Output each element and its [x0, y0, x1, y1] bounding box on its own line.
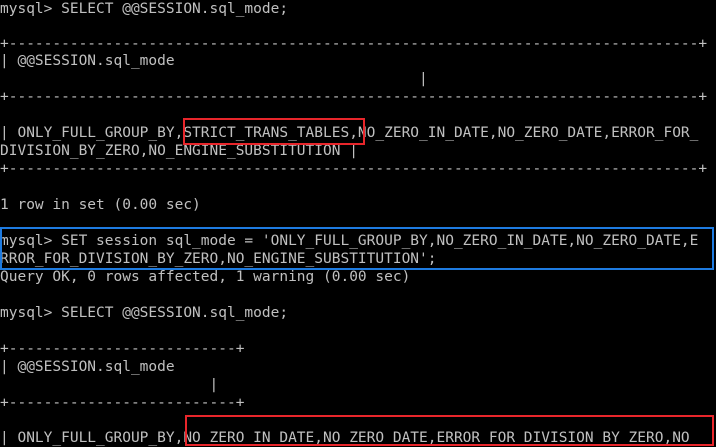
prompt-select-session-sql-mode-2: mysql> SELECT @@SESSION.sql_mode; [0, 305, 289, 321]
table-border-bottom: +---------------------------------------… [0, 161, 708, 177]
table2-header: | @@SESSION.sql_mode [0, 359, 175, 375]
table2-header-cont: | [0, 377, 219, 393]
prompt-set-sql-mode: mysql> SET session sql_mode = 'ONLY_FULL… [0, 233, 699, 249]
sql-mode-value-row-2: | ONLY_FULL_GROUP_BY,NO_ZERO_IN_DATE,NO_… [0, 430, 699, 446]
mysql-terminal[interactable]: mysql> SELECT @@SESSION.sql_mode; +-----… [0, 0, 716, 446]
table2-border-mid: +--------------------------+ [0, 395, 245, 411]
table-border-top: +---------------------------------------… [0, 36, 708, 52]
table-border-mid: +---------------------------------------… [0, 89, 708, 105]
prompt-set-sql-mode-cont: RROR_FOR_DIVISION_BY_ZERO,NO_ENGINE_SUBS… [0, 251, 437, 267]
query-ok-status: Query OK, 0 rows affected, 1 warning (0.… [0, 269, 411, 285]
sql-mode-value-cont: DIVISION_BY_ZERO,NO_ENGINE_SUBSTITUTION … [0, 143, 358, 159]
prompt-select-session-sql-mode: mysql> SELECT @@SESSION.sql_mode; [0, 1, 289, 17]
sql-mode-value-row: | ONLY_FULL_GROUP_BY,STRICT_TRANS_TABLES… [0, 125, 699, 141]
result-summary: 1 row in set (0.00 sec) [0, 197, 201, 213]
table-header-cont: | [0, 71, 428, 87]
table2-border-top: +--------------------------+ [0, 341, 245, 357]
table-header: | @@SESSION.sql_mode [0, 53, 175, 69]
